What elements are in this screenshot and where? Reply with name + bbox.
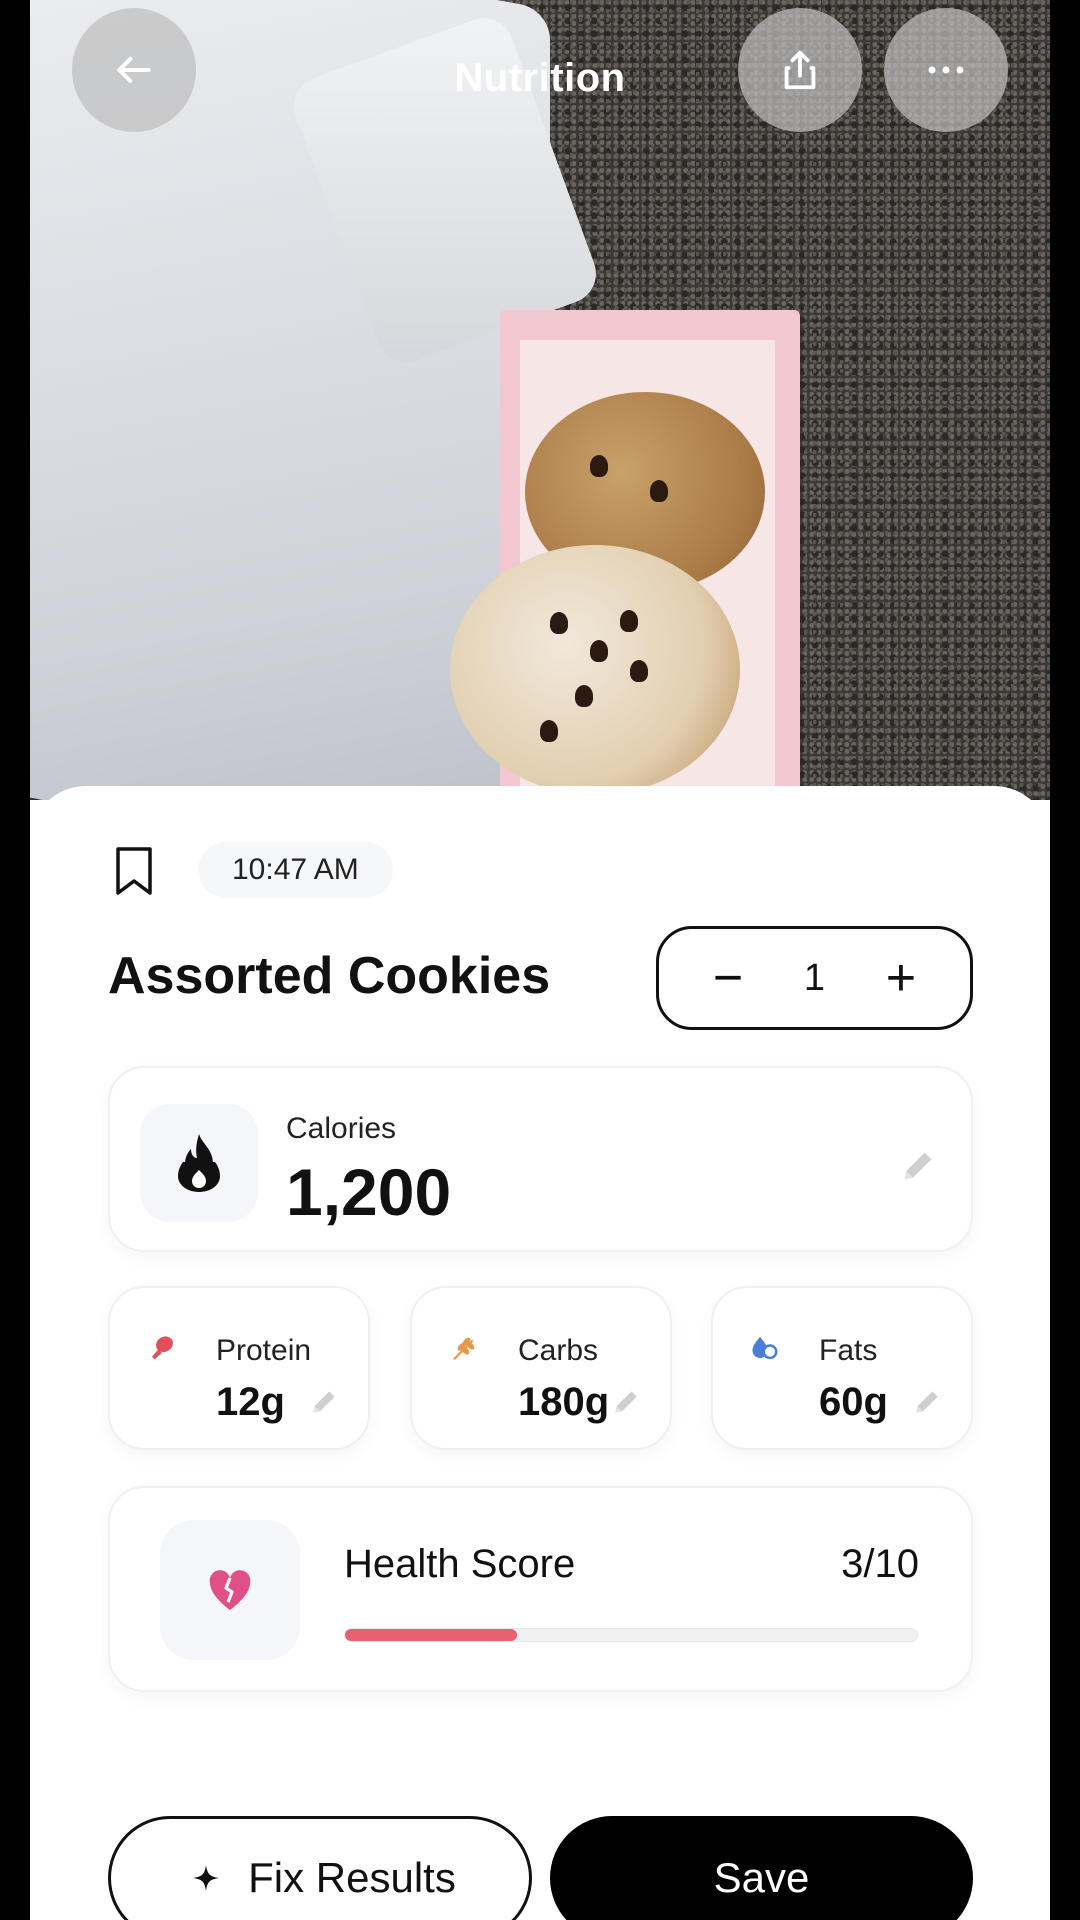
quantity-value: 1 xyxy=(803,956,826,999)
fats-label: Fats xyxy=(819,1334,878,1367)
pencil-icon[interactable] xyxy=(308,1386,340,1418)
action-bar: Fix Results Save xyxy=(30,1782,1050,1920)
fats-value: 60g xyxy=(819,1380,888,1424)
more-button[interactable] xyxy=(884,8,1008,132)
fats-card[interactable]: Fats 60g xyxy=(711,1286,973,1450)
health-score-bar-fill xyxy=(345,1629,517,1641)
screen: Nutrition 10:47 AM Assorted Cookies − 1 … xyxy=(30,0,1050,1920)
calories-value: 1,200 xyxy=(286,1155,452,1229)
oil-drop-icon xyxy=(752,1336,778,1360)
bookmark-icon[interactable] xyxy=(114,846,154,896)
health-score-card[interactable]: Health Score 3/10 xyxy=(108,1486,973,1692)
increment-button[interactable]: + xyxy=(876,952,926,1004)
sparkle-icon xyxy=(193,1865,219,1891)
food-name: Assorted Cookies xyxy=(108,947,551,1005)
save-button[interactable]: Save xyxy=(550,1816,973,1920)
health-score-label: Health Score xyxy=(344,1542,576,1586)
health-score-bar xyxy=(344,1628,918,1642)
calories-card[interactable]: Calories 1,200 xyxy=(108,1066,973,1252)
carbs-value: 180g xyxy=(518,1380,610,1424)
pencil-icon[interactable] xyxy=(911,1386,943,1418)
nutrition-sheet: 10:47 AM Assorted Cookies − 1 + Calories… xyxy=(30,786,1050,1920)
fix-results-button[interactable]: Fix Results xyxy=(108,1816,532,1920)
carbs-card[interactable]: Carbs 180g xyxy=(410,1286,672,1450)
flame-icon xyxy=(178,1134,220,1192)
pencil-icon[interactable] xyxy=(898,1146,938,1186)
fix-results-label: Fix Results xyxy=(248,1854,456,1901)
wheat-icon xyxy=(453,1337,475,1361)
protein-value: 12g xyxy=(216,1380,285,1424)
share-button[interactable] xyxy=(738,8,862,132)
decrement-button[interactable]: − xyxy=(703,952,753,1004)
carbs-label: Carbs xyxy=(518,1334,599,1367)
protein-label: Protein xyxy=(216,1334,312,1367)
more-horizontal-icon xyxy=(928,66,964,74)
time-badge: 10:47 AM xyxy=(198,842,393,898)
pencil-icon[interactable] xyxy=(610,1386,642,1418)
food-photo xyxy=(30,0,1050,800)
protein-card[interactable]: Protein 12g xyxy=(108,1286,370,1450)
quantity-stepper: − 1 + xyxy=(656,926,973,1030)
share-icon xyxy=(784,50,816,90)
calories-label: Calories xyxy=(286,1112,397,1145)
health-score-value: 3/10 xyxy=(841,1542,919,1586)
drumstick-icon xyxy=(152,1336,173,1360)
save-label: Save xyxy=(713,1854,810,1901)
broken-heart-icon xyxy=(209,1570,251,1610)
